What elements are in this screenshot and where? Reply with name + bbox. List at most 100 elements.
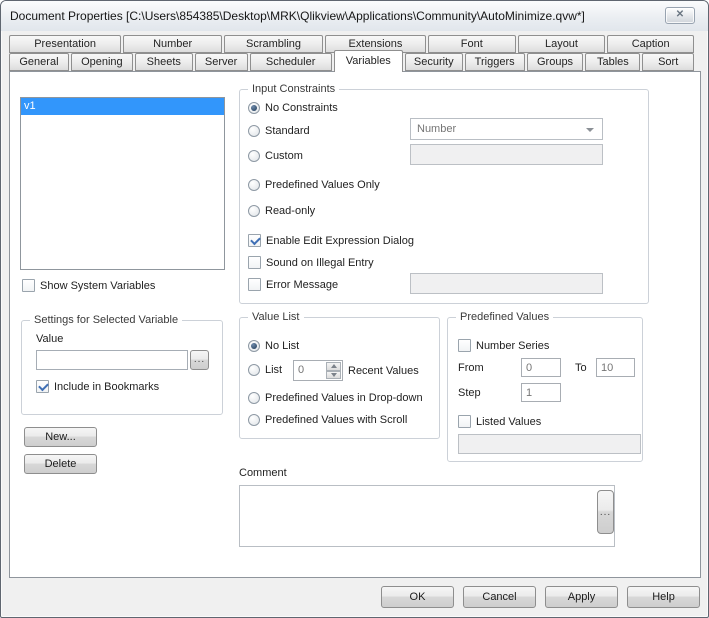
tab-opening[interactable]: Opening [70, 53, 133, 71]
to-label: To [575, 362, 587, 374]
radio-label: No Constraints [265, 102, 338, 114]
radio-label: Predefined Values with Scroll [265, 414, 408, 426]
checkbox-box-checked [248, 234, 261, 247]
checkbox-box-checked [36, 380, 49, 393]
tab-strip-bottom: General Opening Sheets Server Scheduler … [9, 50, 695, 72]
help-button[interactable]: Help [627, 585, 700, 608]
radio-dot [248, 414, 260, 426]
radio-label: Predefined Values in Drop-down [265, 392, 423, 404]
radio-predefined-dropdown[interactable]: Predefined Values in Drop-down [248, 392, 423, 404]
radio-label: Custom [265, 150, 303, 162]
dropdown-value: Number [417, 123, 457, 135]
radio-no-list[interactable]: No List [248, 340, 299, 352]
close-button[interactable]: ✕ [665, 7, 695, 24]
value-list-group: Value List No List List 0 Recent Values … [239, 311, 440, 439]
variables-listbox[interactable]: v1 [20, 97, 225, 270]
tab-layout[interactable]: Layout [517, 35, 606, 53]
tab-sheets[interactable]: Sheets [134, 53, 193, 71]
standard-format-dropdown[interactable]: Number [410, 118, 603, 140]
checkbox-label: Error Message [266, 278, 339, 291]
spinner-up-button[interactable] [326, 362, 341, 371]
variables-tab-page: v1 Show System Variables Settings for Se… [9, 71, 701, 578]
tab-presentation[interactable]: Presentation [9, 35, 122, 53]
radio-label: List [265, 364, 283, 376]
radio-standard[interactable]: Standard [248, 125, 310, 137]
value-label: Value [36, 333, 64, 345]
triangle-down-icon [330, 372, 337, 377]
step-field[interactable] [521, 383, 561, 402]
checkbox-label: Sound on Illegal Entry [266, 256, 374, 269]
radio-dot [248, 179, 260, 191]
input-constraints-group: Input Constraints No Constraints Standar… [239, 83, 649, 304]
value-browse-button[interactable]: ... [190, 350, 209, 370]
tab-variables-active[interactable]: Variables [333, 50, 403, 72]
radio-dot [248, 205, 260, 217]
to-field[interactable] [596, 358, 635, 377]
checkbox-box [458, 339, 471, 352]
number-series-checkbox[interactable]: Number Series [458, 339, 549, 352]
radio-custom[interactable]: Custom [248, 150, 303, 162]
checkbox-box [22, 279, 35, 292]
comment-textarea[interactable] [239, 485, 615, 547]
radio-label: Standard [265, 125, 310, 137]
tab-general[interactable]: General [9, 53, 69, 71]
radio-predefined-values-only[interactable]: Predefined Values Only [248, 179, 380, 191]
from-label: From [458, 362, 484, 374]
new-button[interactable]: New... [24, 427, 97, 447]
radio-predefined-scroll[interactable]: Predefined Values with Scroll [248, 414, 407, 426]
checkbox-box [248, 278, 261, 291]
value-input[interactable] [36, 350, 188, 370]
tab-groups[interactable]: Groups [526, 53, 584, 71]
comment-label: Comment [239, 467, 287, 479]
ok-button[interactable]: OK [381, 585, 454, 608]
apply-button[interactable]: Apply [545, 585, 618, 608]
error-message-checkbox[interactable]: Error Message [248, 278, 338, 291]
radio-read-only[interactable]: Read-only [248, 205, 315, 217]
comment-browse-button[interactable]: ... [597, 490, 614, 534]
predefined-values-group: Predefined Values Number Series From To … [447, 311, 643, 462]
show-system-variables-checkbox[interactable]: Show System Variables [22, 279, 155, 292]
error-message-field [410, 273, 603, 294]
spinner-down-button[interactable] [326, 370, 341, 379]
radio-dot [248, 102, 260, 114]
tab-caption[interactable]: Caption [607, 35, 694, 53]
delete-button[interactable]: Delete [24, 454, 97, 474]
tab-scrambling[interactable]: Scrambling [224, 35, 323, 53]
tab-sort[interactable]: Sort [642, 53, 695, 71]
checkbox-label: Number Series [476, 339, 550, 352]
radio-list[interactable]: List [248, 364, 282, 376]
cancel-button[interactable]: Cancel [463, 585, 536, 608]
include-in-bookmarks-checkbox[interactable]: Include in Bookmarks [36, 380, 159, 393]
input-constraints-title: Input Constraints [248, 83, 340, 95]
tab-server[interactable]: Server [194, 53, 248, 71]
checkbox-label: Show System Variables [40, 279, 156, 292]
value-list-title: Value List [248, 311, 304, 323]
radio-label: Read-only [265, 205, 316, 217]
checkbox-box [248, 256, 261, 269]
recent-values-spinner[interactable]: 0 [293, 360, 343, 381]
radio-label: No List [265, 340, 300, 352]
checkbox-box [458, 415, 471, 428]
custom-constraint-field [410, 144, 603, 165]
from-field[interactable] [521, 358, 561, 377]
window-title: Document Properties [C:\Users\854385\Des… [10, 9, 585, 23]
tab-security[interactable]: Security [404, 53, 463, 71]
predefined-values-title: Predefined Values [456, 311, 554, 323]
spinner-value: 0 [298, 364, 305, 376]
tab-number[interactable]: Number [123, 35, 223, 53]
tab-triggers[interactable]: Triggers [464, 53, 525, 71]
recent-values-label: Recent Values [348, 365, 419, 377]
tab-font[interactable]: Font [427, 35, 516, 53]
radio-no-constraints[interactable]: No Constraints [248, 102, 338, 114]
sound-on-illegal-entry-checkbox[interactable]: Sound on Illegal Entry [248, 256, 374, 269]
document-properties-dialog: Document Properties [C:\Users\854385\Des… [0, 0, 709, 618]
list-item-selected[interactable]: v1 [21, 98, 224, 115]
radio-dot [248, 364, 260, 376]
radio-label: Predefined Values Only [265, 179, 380, 191]
radio-dot [248, 340, 260, 352]
tab-tables[interactable]: Tables [585, 53, 641, 71]
listed-values-checkbox[interactable]: Listed Values [458, 415, 541, 428]
tab-scheduler[interactable]: Scheduler [249, 53, 332, 71]
enable-edit-expression-checkbox[interactable]: Enable Edit Expression Dialog [248, 234, 414, 247]
radio-dot [248, 125, 260, 137]
